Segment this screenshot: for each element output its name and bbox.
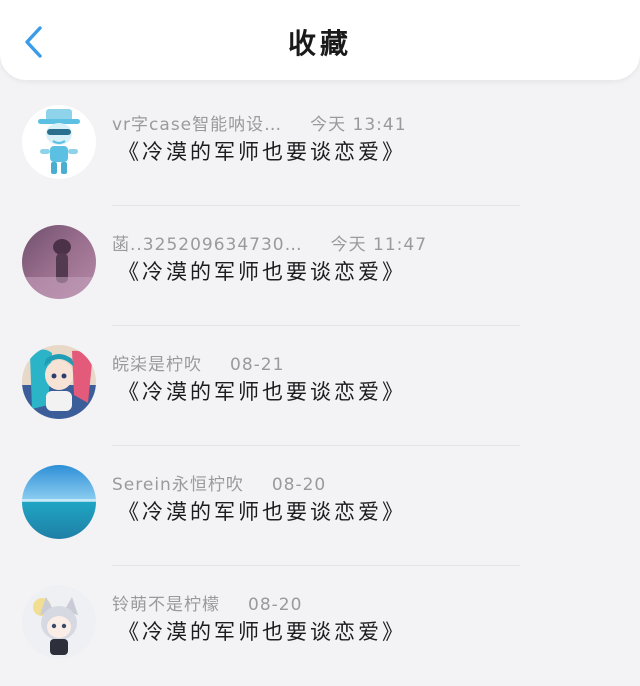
- favorites-list: vr字case智能呐设… 今天 13:41 《冷漠的军师也要谈恋爱》 菡..32…: [0, 86, 640, 686]
- timestamp: 今天 13:41: [310, 115, 407, 135]
- work-title[interactable]: 《冷漠的军师也要谈恋爱》: [118, 376, 406, 406]
- username[interactable]: Serein永恒柠吹: [112, 475, 244, 495]
- work-title[interactable]: 《冷漠的军师也要谈恋爱》: [118, 136, 406, 166]
- item-meta: 皖柒是柠吹 08-21: [112, 350, 284, 375]
- work-title[interactable]: 《冷漠的军师也要谈恋爱》: [118, 496, 406, 526]
- timestamp: 08-20: [271, 475, 327, 495]
- username[interactable]: 皖柒是柠吹: [112, 355, 202, 375]
- item-meta: 菡..325209634730… 今天 11:47: [112, 230, 427, 255]
- item-meta: vr字case智能呐设… 今天 13:41: [112, 110, 407, 135]
- work-title[interactable]: 《冷漠的军师也要谈恋爱》: [118, 616, 406, 646]
- username[interactable]: vr字case智能呐设…: [112, 115, 282, 135]
- work-title[interactable]: 《冷漠的军师也要谈恋爱》: [118, 256, 406, 286]
- page-title: 收藏: [287, 27, 352, 60]
- list-item[interactable]: Serein永恒柠吹 08-20 《冷漠的军师也要谈恋爱》: [0, 445, 640, 566]
- cartoon-boy-avatar[interactable]: [22, 105, 96, 179]
- item-meta: Serein永恒柠吹 08-20: [112, 470, 326, 495]
- list-item[interactable]: 菡..325209634730… 今天 11:47 《冷漠的军师也要谈恋爱》: [0, 205, 640, 326]
- timestamp: 08-20: [248, 595, 303, 615]
- timestamp: 08-21: [230, 355, 285, 375]
- username[interactable]: 菡..325209634730…: [112, 235, 303, 255]
- ocean-avatar[interactable]: [22, 465, 96, 539]
- top-bar: 收藏: [0, 0, 640, 80]
- list-item[interactable]: 皖柒是柠吹 08-21 《冷漠的军师也要谈恋爱》: [0, 325, 640, 446]
- username[interactable]: 铃萌不是柠檬: [112, 595, 220, 615]
- purple-photo-avatar[interactable]: [22, 225, 96, 299]
- anime-girl-avatar[interactable]: [22, 345, 96, 419]
- list-item[interactable]: vr字case智能呐设… 今天 13:41 《冷漠的军师也要谈恋爱》: [0, 86, 640, 206]
- anime-cat-girl-avatar[interactable]: [22, 585, 96, 659]
- timestamp: 今天 11:47: [330, 235, 428, 255]
- list-item[interactable]: 铃萌不是柠檬 08-20 《冷漠的军师也要谈恋爱》: [0, 565, 640, 686]
- item-meta: 铃萌不是柠檬 08-20: [112, 590, 302, 615]
